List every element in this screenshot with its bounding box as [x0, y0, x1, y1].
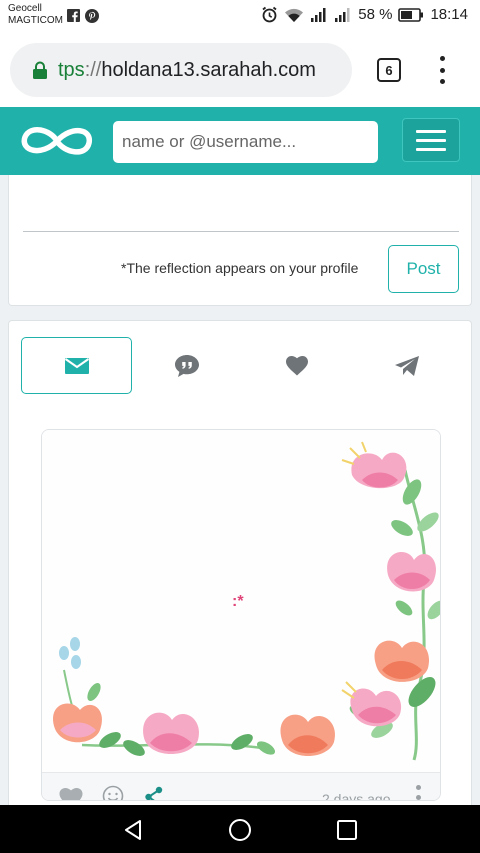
reflection-note: *The reflection appears on your profile: [121, 260, 359, 276]
paper-plane-icon: [394, 355, 419, 376]
app-header: [0, 107, 480, 175]
message-date: 2 days ago: [322, 791, 391, 801]
tab-received[interactable]: [21, 337, 132, 394]
menu-line: [416, 129, 446, 133]
menu-line: [416, 147, 446, 151]
facebook-icon: [67, 9, 80, 22]
sarahah-logo[interactable]: [20, 119, 94, 163]
notification-icons: [67, 9, 99, 23]
heart-icon[interactable]: [58, 787, 84, 801]
clock: 18:14: [430, 6, 468, 23]
message-actions: 2 days ago: [42, 772, 440, 801]
message-tabs: [21, 337, 461, 394]
wifi-icon: [285, 8, 304, 22]
heart-icon: [285, 356, 308, 376]
signal-icon: [335, 7, 350, 22]
carrier-name: Geocell MAGTICOM: [8, 3, 63, 26]
message-text: :*: [232, 593, 244, 610]
menu-line: [416, 138, 446, 142]
lock-icon: [33, 61, 47, 79]
pinterest-icon: [85, 9, 99, 23]
smiley-icon[interactable]: [102, 785, 124, 801]
composer-card: *The reflection appears on your profile …: [8, 175, 472, 306]
divider: [23, 231, 459, 232]
tab-sent[interactable]: [351, 337, 462, 394]
url-text: tps://holdana13.sarahah.com: [58, 59, 316, 82]
flower: [143, 712, 200, 754]
browser-toolbar: tps://holdana13.sarahah.com 6: [0, 34, 480, 107]
tab-replies[interactable]: [131, 337, 242, 394]
tab-favorites[interactable]: [241, 337, 352, 394]
battery-percent: 58 %: [358, 6, 393, 23]
tab-switcher-button[interactable]: 6: [377, 58, 401, 82]
url-separator: ://: [84, 58, 102, 81]
floral-message-image: :*: [42, 430, 440, 772]
more-options-icon[interactable]: [416, 785, 422, 800]
recents-icon[interactable]: [336, 819, 358, 841]
hamburger-menu-button[interactable]: [402, 118, 460, 162]
status-bar: Geocell MAGTICOM 58 % 18:14: [0, 0, 480, 34]
back-icon[interactable]: [121, 818, 145, 842]
messages-card: :* 2 days ago: [8, 320, 472, 820]
android-nav-bar: [0, 805, 480, 853]
share-icon[interactable]: [144, 786, 164, 801]
url-scheme: tps: [58, 58, 85, 81]
signal-icon: [311, 7, 326, 22]
alarm-icon: [262, 6, 277, 23]
battery-icon: [398, 7, 424, 22]
url-host: holdana13.sarahah.com: [101, 58, 316, 81]
search-input[interactable]: [113, 121, 378, 163]
envelope-icon: [64, 357, 89, 374]
browser-menu-button[interactable]: [436, 56, 448, 84]
quote-bubble-icon: [174, 354, 199, 377]
message-card: :* 2 days ago: [41, 429, 441, 801]
address-bar[interactable]: tps://holdana13.sarahah.com: [10, 43, 352, 97]
home-icon[interactable]: [228, 818, 252, 842]
status-right: 58 % 18:14: [261, 6, 468, 23]
post-button[interactable]: Post: [388, 245, 459, 293]
